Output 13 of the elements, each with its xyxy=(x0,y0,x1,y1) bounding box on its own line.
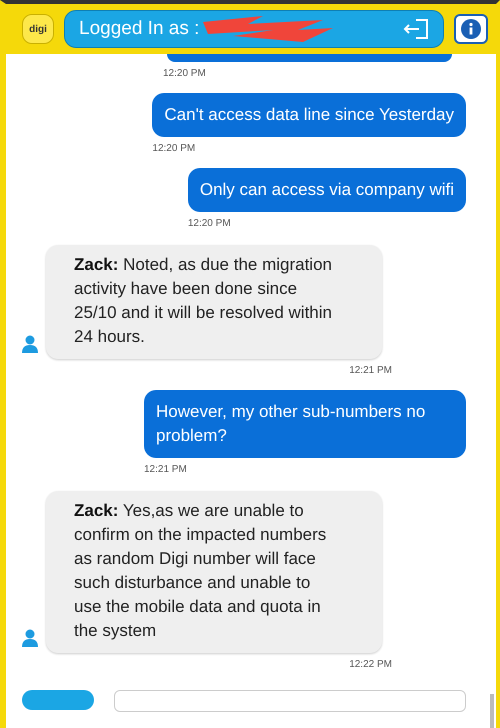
agent-message: Zack: Noted, as due the migration activity have been done since 25/10 and it will be resolved within 24 hours. xyxy=(46,245,382,359)
message-time: 12:21 PM xyxy=(348,365,392,376)
user-message: Only can access via company wifi xyxy=(188,168,466,212)
user-message: However, my other sub-numbers no problem? xyxy=(144,390,466,458)
digi-logo: digi xyxy=(22,14,54,44)
message-time: 12:22 PM xyxy=(348,659,392,670)
logged-in-label: Logged In as : xyxy=(79,18,200,40)
message-time: 12:21 PM xyxy=(144,464,188,475)
message-time: 12:20 PM xyxy=(152,143,196,154)
message-time: 12:20 PM xyxy=(188,218,232,229)
agent-message: Zack: Yes,as we are unable to confirm on the impacted numbers as random Digi number will face such disturbance and unable to use the mobile data and quota in the system xyxy=(46,491,382,653)
message-time: 12:20 PM xyxy=(163,68,207,79)
user-message: Can't access data line since Yesterday xyxy=(152,93,466,137)
